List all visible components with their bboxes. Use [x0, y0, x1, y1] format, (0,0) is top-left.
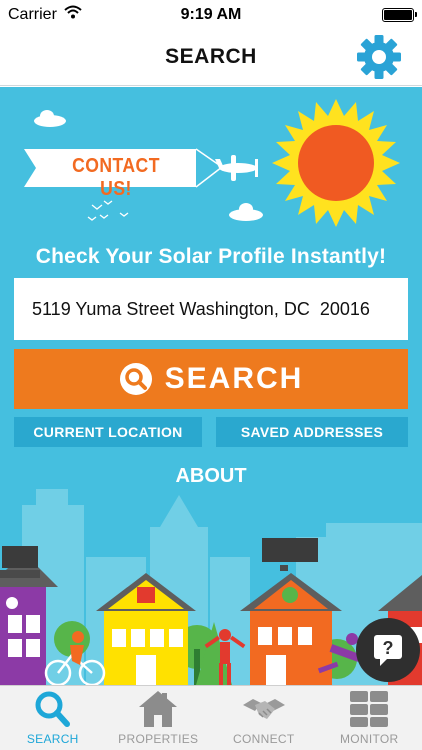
- gear-icon[interactable]: [356, 34, 402, 80]
- address-input[interactable]: [14, 278, 408, 340]
- battery-icon: [382, 8, 417, 22]
- help-chat-button[interactable]: ?: [356, 618, 420, 682]
- house-icon: [139, 691, 178, 727]
- tab-properties[interactable]: PROPERTIES: [106, 686, 212, 750]
- search-icon: [119, 363, 152, 395]
- search-button[interactable]: SEARCH: [14, 349, 408, 409]
- about-link[interactable]: ABOUT: [0, 465, 422, 488]
- sun-icon: [272, 99, 400, 227]
- current-location-button[interactable]: CURRENT LOCATION: [14, 417, 202, 447]
- search-icon: [35, 691, 70, 727]
- contact-us-banner[interactable]: CONTACT US!: [56, 155, 176, 201]
- hero-headline: Check Your Solar Profile Instantly!: [35, 245, 387, 268]
- solar-panel-icon: [350, 691, 389, 727]
- navigation-bar: SEARCH: [0, 30, 422, 86]
- status-bar: Carrier 9:19 AM: [0, 0, 422, 30]
- tab-bar: SEARCH PROPERTIES CONNECT MONITOR: [0, 685, 422, 750]
- tab-label: CONNECT: [233, 732, 295, 746]
- tab-label: PROPERTIES: [118, 732, 199, 746]
- birds-decoration: [87, 200, 129, 221]
- tab-label: SEARCH: [26, 732, 79, 746]
- search-button-label: SEARCH: [164, 362, 304, 395]
- tab-connect[interactable]: CONNECT: [211, 686, 317, 750]
- help-symbol: ?: [383, 638, 394, 658]
- help-chat-icon: ?: [374, 635, 402, 666]
- tab-label: MONITOR: [339, 732, 399, 746]
- saved-addresses-button[interactable]: SAVED ADDRESSES: [216, 417, 408, 447]
- airplane-icon: [215, 155, 258, 181]
- tab-search[interactable]: SEARCH: [0, 686, 106, 750]
- hero-panel: CONTACT US! Check Your Solar Profile Ins…: [0, 87, 422, 685]
- tab-monitor[interactable]: MONITOR: [317, 686, 422, 750]
- status-time: 9:19 AM: [180, 6, 242, 23]
- handshake-icon: [242, 699, 285, 719]
